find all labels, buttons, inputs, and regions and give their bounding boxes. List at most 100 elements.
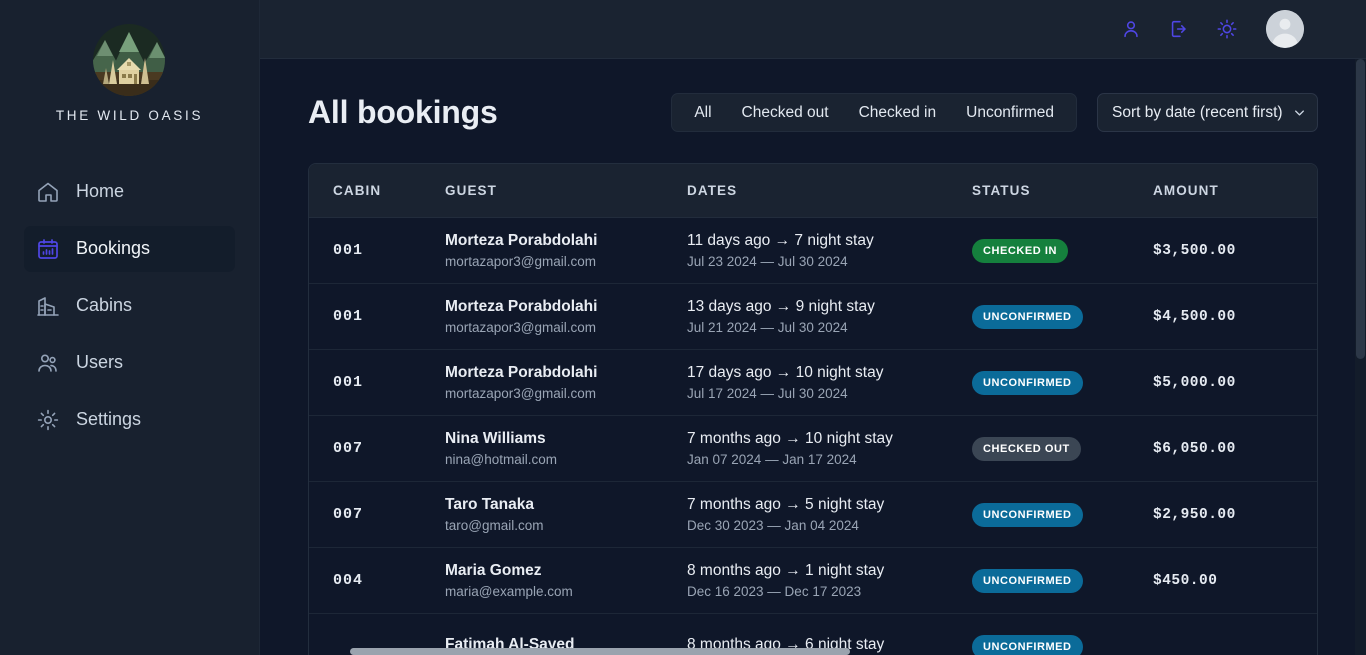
dates-range: Jul 17 2024 — Jul 30 2024 <box>687 386 848 401</box>
cell-dates: 17 days ago → 10 night stay Jul 17 2024 … <box>687 364 972 401</box>
dates-range: Dec 30 2023 — Jan 04 2024 <box>687 518 859 533</box>
logout-icon <box>1168 18 1190 40</box>
theme-toggle-button[interactable] <box>1212 14 1242 44</box>
cell-amount: $4,500.00 <box>1153 308 1236 325</box>
sort-select[interactable]: Sort by date (recent first) <box>1097 93 1318 132</box>
cell-cabin: 001 <box>333 308 364 325</box>
cell-amount: $6,050.00 <box>1153 440 1236 457</box>
table-row[interactable]: 004 Maria Gomez maria@example.com 8 mont… <box>309 548 1317 614</box>
table-row[interactable]: 001 Morteza Porabdolahi mortazapor3@gmai… <box>309 218 1317 284</box>
avatar-placeholder-icon <box>1266 10 1304 48</box>
column-header-cabin: CABIN <box>333 183 382 198</box>
cell-guest: Morteza Porabdolahi mortazapor3@gmail.co… <box>445 364 687 401</box>
cell-amount: $2,950.00 <box>1153 506 1236 523</box>
status-badge: UNCONFIRMED <box>972 502 1083 527</box>
guest-email: mortazapor3@gmail.com <box>445 320 597 335</box>
home-icon <box>36 180 60 204</box>
cell-cabin: 001 <box>333 242 364 259</box>
calendar-icon <box>36 237 60 261</box>
sun-icon <box>1216 18 1238 40</box>
guest-name: Maria Gomez <box>445 562 542 579</box>
cell-cabin: 007 <box>333 440 364 457</box>
sidebar-item-label: Home <box>76 181 125 201</box>
sidebar-item-home[interactable]: Home <box>24 169 235 215</box>
sidebar-item-settings[interactable]: Settings <box>24 397 235 443</box>
sort-select-wrapper: Sort by date (recent first) <box>1097 93 1318 132</box>
brand-name: THE WILD OASIS <box>55 108 204 123</box>
guest-name: Morteza Porabdolahi <box>445 364 598 381</box>
sidebar: THE WILD OASIS Home Bookings Cabins User… <box>0 0 260 655</box>
sidebar-item-label: Bookings <box>76 238 151 258</box>
cell-dates: 7 months ago → 10 night stay Jan 07 2024… <box>687 430 972 467</box>
filter-button-checked-out[interactable]: Checked out <box>728 100 843 126</box>
guest-email: nina@hotmail.com <box>445 452 558 467</box>
filter-button-unconfirmed[interactable]: Unconfirmed <box>952 100 1068 126</box>
user-icon <box>1120 18 1142 40</box>
status-badge: UNCONFIRMED <box>972 370 1083 395</box>
logout-icon-button[interactable] <box>1164 14 1194 44</box>
cell-amount: $3,500.00 <box>1153 242 1236 259</box>
table-row[interactable]: 001 Morteza Porabdolahi mortazapor3@gmai… <box>309 350 1317 416</box>
cell-cabin: 001 <box>333 374 364 391</box>
dates-range: Jul 23 2024 — Jul 30 2024 <box>687 254 848 269</box>
cabin-icon <box>36 294 60 318</box>
cell-guest: Taro Tanaka taro@gmail.com <box>445 496 687 533</box>
cell-cabin: 004 <box>333 572 364 589</box>
vertical-scrollbar-thumb[interactable] <box>1356 59 1365 359</box>
dates-range: Jan 07 2024 — Jan 17 2024 <box>687 452 857 467</box>
cabin-mountains-logo-icon <box>79 18 179 98</box>
vertical-scrollbar[interactable] <box>1355 59 1366 655</box>
column-header-dates: DATES <box>687 183 738 198</box>
cell-amount: $450.00 <box>1153 572 1218 589</box>
guest-name: Morteza Porabdolahi <box>445 298 598 315</box>
horizontal-scrollbar[interactable] <box>260 647 1366 655</box>
sidebar-item-cabins[interactable]: Cabins <box>24 283 235 329</box>
cell-dates: 13 days ago → 9 night stay Jul 21 2024 —… <box>687 298 972 335</box>
gear-icon <box>36 408 60 432</box>
app-root: THE WILD OASIS Home Bookings Cabins User… <box>0 0 1366 655</box>
cell-status: UNCONFIRMED <box>972 502 1153 527</box>
sidebar-item-label: Users <box>76 352 124 372</box>
page-header: All bookings All Checked out Checked in … <box>308 93 1318 132</box>
filter-button-all[interactable]: All <box>680 100 725 126</box>
table-header-row: CABIN GUEST DATES STATUS AMOUNT <box>309 164 1317 218</box>
status-badge: UNCONFIRMED <box>972 304 1083 329</box>
cell-status: UNCONFIRMED <box>972 304 1153 329</box>
main-content: All bookings All Checked out Checked in … <box>260 59 1366 655</box>
horizontal-scrollbar-thumb[interactable] <box>350 648 850 655</box>
table-row[interactable]: 001 Morteza Porabdolahi mortazapor3@gmai… <box>309 284 1317 350</box>
dates-summary: 7 months ago → 10 night stay <box>687 430 893 447</box>
brand-logo: THE WILD OASIS <box>56 18 203 123</box>
status-filter-group: All Checked out Checked in Unconfirmed <box>671 93 1077 132</box>
user-icon-button[interactable] <box>1116 14 1146 44</box>
guest-name: Morteza Porabdolahi <box>445 232 598 249</box>
dates-range: Dec 16 2023 — Dec 17 2023 <box>687 584 862 599</box>
table-row[interactable]: 007 Taro Tanaka taro@gmail.com 7 months … <box>309 482 1317 548</box>
dates-summary: 11 days ago → 7 night stay <box>687 232 874 249</box>
status-badge: CHECKED IN <box>972 238 1068 263</box>
table-row[interactable]: 007 Nina Williams nina@hotmail.com 7 mon… <box>309 416 1317 482</box>
cell-dates: 11 days ago → 7 night stay Jul 23 2024 —… <box>687 232 972 269</box>
filter-button-checked-in[interactable]: Checked in <box>845 100 951 126</box>
cell-guest: Maria Gomez maria@example.com <box>445 562 687 599</box>
avatar[interactable] <box>1266 10 1304 48</box>
cell-amount: $5,000.00 <box>1153 374 1236 391</box>
column-header-amount: AMOUNT <box>1153 183 1219 198</box>
page-title: All bookings <box>308 94 498 130</box>
column-header-status: STATUS <box>972 183 1031 198</box>
cell-dates: 7 months ago → 5 night stay Dec 30 2023 … <box>687 496 972 533</box>
cell-dates: 8 months ago → 1 night stay Dec 16 2023 … <box>687 562 972 599</box>
bookings-table: CABIN GUEST DATES STATUS AMOUNT 001 Mort… <box>308 163 1318 655</box>
cell-cabin: 007 <box>333 506 364 523</box>
sidebar-item-users[interactable]: Users <box>24 340 235 386</box>
guest-email: taro@gmail.com <box>445 518 544 533</box>
cell-status: UNCONFIRMED <box>972 370 1153 395</box>
guest-email: mortazapor3@gmail.com <box>445 386 597 401</box>
sidebar-item-bookings[interactable]: Bookings <box>24 226 235 272</box>
guest-name: Nina Williams <box>445 430 546 447</box>
dates-summary: 17 days ago → 10 night stay <box>687 364 884 381</box>
main-column: All bookings All Checked out Checked in … <box>260 0 1366 655</box>
column-header-guest: GUEST <box>445 183 498 198</box>
sidebar-item-label: Settings <box>76 409 142 429</box>
users-icon <box>36 351 60 375</box>
